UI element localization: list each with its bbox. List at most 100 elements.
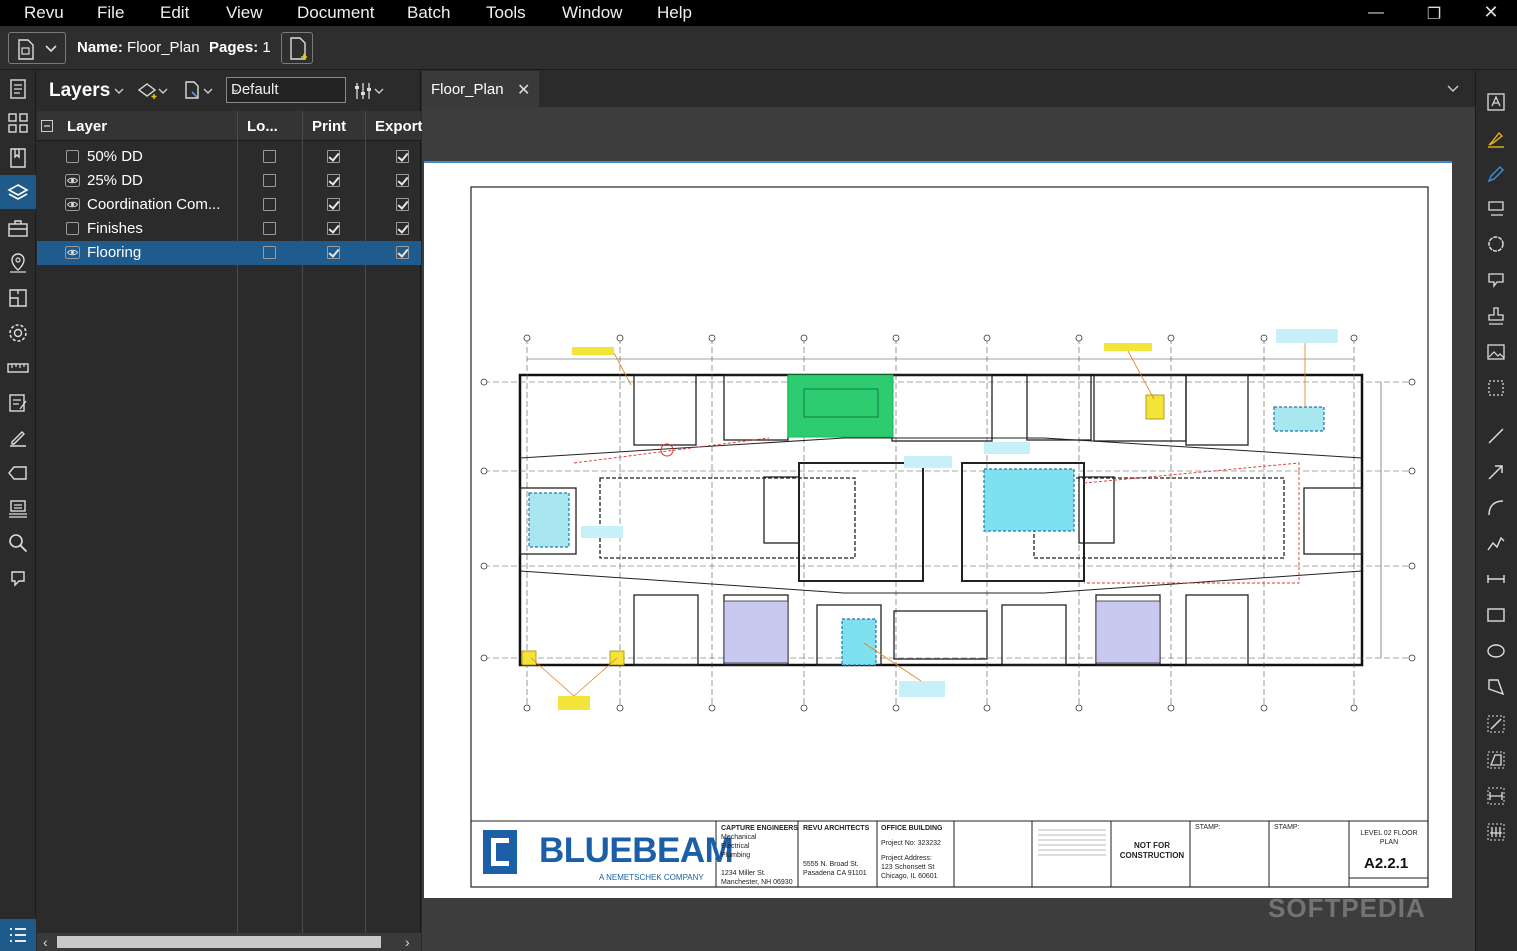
close-icon[interactable]: ✕ (1476, 2, 1506, 23)
line-icon[interactable] (1485, 425, 1507, 447)
tab-list-chevron-icon[interactable] (1446, 83, 1460, 95)
menu-document[interactable]: Document (297, 3, 374, 23)
image-icon[interactable] (1485, 341, 1507, 363)
studio-icon[interactable] (6, 566, 30, 590)
lock-column-label: Lo... (247, 118, 278, 135)
lock-checkbox[interactable] (263, 246, 276, 259)
filter-settings-icon[interactable] (353, 80, 389, 102)
layer-row[interactable]: 25% DD (37, 169, 421, 193)
export-checkbox[interactable] (396, 222, 409, 235)
document-menu-button[interactable] (8, 32, 66, 64)
layers-panel-title[interactable]: Layers (49, 80, 110, 102)
export-checkbox[interactable] (396, 174, 409, 187)
tab-floor-plan[interactable]: Floor_Plan ✕ (422, 71, 539, 107)
menu-tools[interactable]: Tools (486, 3, 526, 23)
menu-help[interactable]: Help (657, 3, 692, 23)
bookmarks-icon[interactable] (6, 146, 30, 170)
document-canvas[interactable]: BLUEBEAM A NEMETSCHEK COMPANY CAPTURE EN… (422, 107, 1475, 951)
menu-revu[interactable]: Revu (24, 3, 64, 23)
cloud-icon[interactable] (1485, 233, 1507, 255)
callout-icon[interactable] (1485, 198, 1507, 220)
layers-icon[interactable] (6, 181, 30, 205)
visibility-eye-icon[interactable] (65, 246, 80, 259)
visibility-toggle[interactable] (66, 150, 79, 163)
lock-checkbox[interactable] (263, 222, 276, 235)
lock-checkbox[interactable] (263, 150, 276, 163)
layer-row[interactable]: Coordination Com... (37, 193, 421, 217)
restore-icon[interactable]: ❐ (1419, 4, 1449, 24)
measure-length-icon[interactable] (1485, 713, 1507, 735)
menu-batch[interactable]: Batch (407, 3, 450, 23)
export-column-header[interactable]: Export (366, 111, 423, 141)
visibility-toggle[interactable] (66, 222, 79, 235)
signatures-icon[interactable] (6, 426, 30, 450)
print-column-header[interactable]: Print (303, 111, 365, 141)
menu-edit[interactable]: Edit (160, 3, 189, 23)
minimize-icon[interactable]: — (1361, 4, 1391, 22)
sets-icon[interactable] (6, 496, 30, 520)
text-box-icon[interactable] (1485, 91, 1507, 113)
measurements-icon[interactable] (6, 356, 30, 380)
layer-row[interactable]: Flooring (37, 241, 421, 265)
export-column-label: Export (375, 118, 423, 135)
tag-icon[interactable] (6, 461, 30, 485)
add-page-button[interactable] (281, 32, 313, 64)
spaces-icon[interactable] (6, 286, 30, 310)
places-icon[interactable] (6, 251, 30, 275)
dimension-icon[interactable] (1485, 568, 1507, 590)
print-checkbox[interactable] (327, 222, 340, 235)
rectangle-icon[interactable] (1485, 604, 1507, 626)
print-checkbox[interactable] (327, 174, 340, 187)
markups-list-icon[interactable] (6, 391, 30, 415)
layer-profile-select[interactable]: Default ⌄ (226, 77, 346, 103)
horizontal-scrollbar[interactable]: ‹ › (37, 933, 421, 951)
export-checkbox[interactable] (396, 246, 409, 259)
polyline-icon[interactable] (1485, 532, 1507, 554)
highlight-pen-icon[interactable] (1485, 127, 1507, 149)
print-column-label: Print (312, 118, 347, 135)
lock-checkbox[interactable] (263, 174, 276, 187)
dimension-callout-icon[interactable] (1485, 269, 1507, 291)
print-checkbox[interactable] (327, 198, 340, 211)
arrow-icon[interactable] (1485, 461, 1507, 483)
layer-row[interactable]: Finishes (37, 217, 421, 241)
snapshot-icon[interactable] (1485, 377, 1507, 399)
layer-row[interactable]: 50% DD (37, 145, 421, 169)
file-access-icon[interactable] (6, 77, 30, 101)
add-layer-icon[interactable] (137, 80, 173, 102)
arc-icon[interactable] (1485, 497, 1507, 519)
pen-icon[interactable] (1485, 163, 1507, 185)
visibility-eye-icon[interactable] (65, 174, 80, 187)
export-checkbox[interactable] (396, 150, 409, 163)
measure-area-icon[interactable] (1485, 749, 1507, 771)
ellipse-icon[interactable] (1485, 640, 1507, 662)
scrollbar-thumb[interactable] (57, 936, 381, 948)
menu-view[interactable]: View (226, 3, 263, 23)
tool-chest-icon[interactable] (6, 216, 30, 240)
chevron-down-icon[interactable] (113, 85, 125, 97)
scroll-right-icon[interactable]: › (405, 934, 410, 950)
stamp-icon[interactable] (1485, 305, 1507, 327)
menu-window[interactable]: Window (562, 3, 622, 23)
measure-diameter-icon[interactable] (1485, 785, 1507, 807)
polygon-icon[interactable] (1485, 676, 1507, 698)
drawing-sheet[interactable]: BLUEBEAM A NEMETSCHEK COMPANY CAPTURE EN… (424, 161, 1452, 898)
properties-gear-icon[interactable] (6, 321, 30, 345)
thumbnails-icon[interactable] (6, 111, 30, 135)
menu-file[interactable]: File (97, 3, 124, 23)
panel-tab-strip (0, 71, 36, 951)
close-tab-icon[interactable]: ✕ (517, 80, 530, 100)
lock-column-header[interactable]: Lo... (238, 111, 302, 141)
layer-column-header[interactable]: Layer (37, 111, 237, 141)
print-checkbox[interactable] (327, 246, 340, 259)
lock-checkbox[interactable] (263, 198, 276, 211)
collapse-all-icon[interactable] (41, 120, 53, 132)
visibility-eye-icon[interactable] (65, 198, 80, 211)
layer-options-icon[interactable] (182, 80, 218, 102)
scroll-left-icon[interactable]: ‹ (43, 934, 48, 950)
export-checkbox[interactable] (396, 198, 409, 211)
count-icon[interactable] (1485, 821, 1507, 843)
search-icon[interactable] (6, 531, 30, 555)
panel-list-button[interactable] (0, 919, 36, 951)
print-checkbox[interactable] (327, 150, 340, 163)
